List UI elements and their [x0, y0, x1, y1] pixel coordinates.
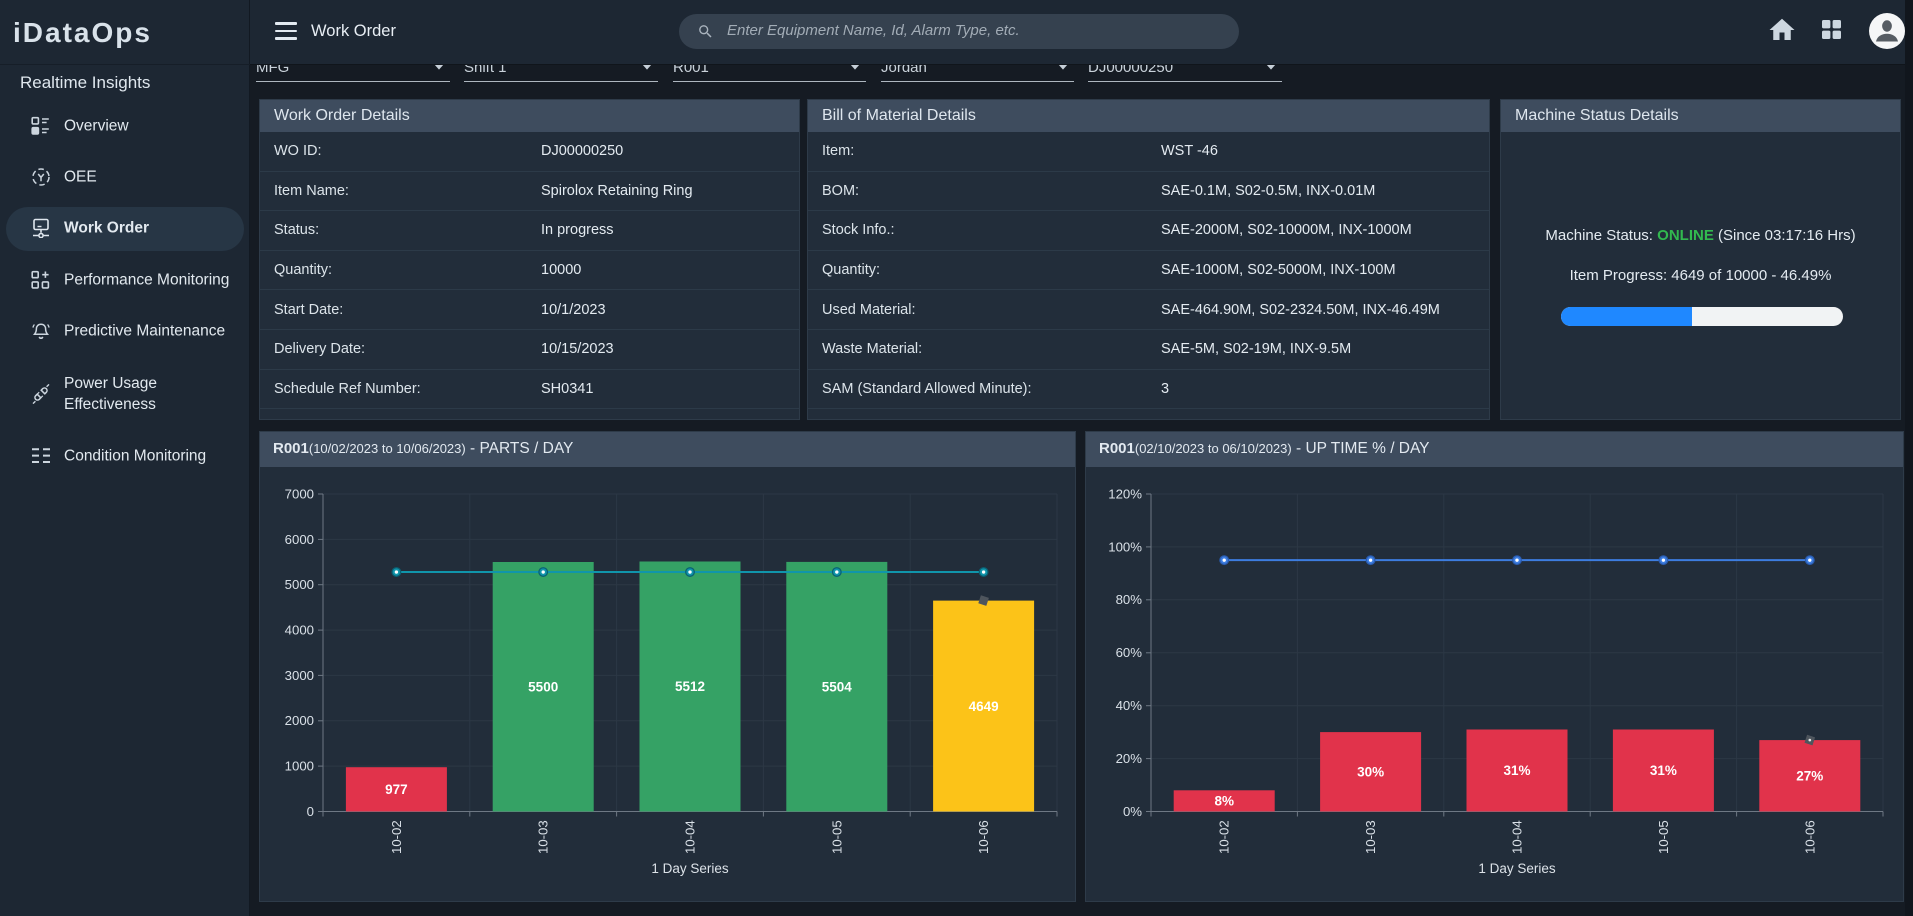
svg-text:4649: 4649 [969, 699, 999, 714]
svg-text:0: 0 [307, 804, 314, 819]
svg-text:10-03: 10-03 [1363, 820, 1378, 854]
svg-text:10-05: 10-05 [829, 820, 844, 854]
svg-text:7000: 7000 [285, 486, 314, 501]
svg-text:0%: 0% [1123, 804, 1142, 819]
svg-text:40%: 40% [1116, 698, 1143, 713]
svg-text:10-04: 10-04 [683, 820, 698, 854]
svg-text:27%: 27% [1796, 769, 1823, 784]
svg-text:2000: 2000 [285, 713, 314, 728]
svg-text:5512: 5512 [675, 679, 705, 694]
svg-text:3000: 3000 [285, 668, 314, 683]
svg-text:1 Day Series: 1 Day Series [651, 861, 729, 876]
svg-text:30%: 30% [1357, 765, 1384, 780]
svg-text:6000: 6000 [285, 532, 314, 547]
svg-text:120%: 120% [1108, 486, 1142, 501]
svg-text:4000: 4000 [285, 623, 314, 638]
svg-text:10-05: 10-05 [1656, 820, 1671, 854]
svg-text:5504: 5504 [822, 679, 853, 694]
svg-text:5000: 5000 [285, 577, 314, 592]
svg-text:10-04: 10-04 [1510, 820, 1525, 854]
svg-text:100%: 100% [1108, 539, 1142, 554]
svg-text:31%: 31% [1503, 763, 1530, 778]
svg-text:5500: 5500 [528, 680, 558, 695]
svg-text:1 Day Series: 1 Day Series [1478, 861, 1556, 876]
svg-text:10-02: 10-02 [389, 820, 404, 854]
svg-text:1000: 1000 [285, 759, 314, 774]
svg-text:80%: 80% [1116, 592, 1143, 607]
svg-text:20%: 20% [1116, 751, 1143, 766]
svg-text:977: 977 [385, 782, 408, 797]
svg-text:60%: 60% [1116, 645, 1143, 660]
svg-text:8%: 8% [1214, 794, 1234, 809]
svg-text:10-06: 10-06 [1802, 820, 1817, 854]
svg-text:31%: 31% [1650, 763, 1677, 778]
svg-text:10-06: 10-06 [976, 820, 991, 854]
svg-text:10-02: 10-02 [1217, 820, 1232, 854]
svg-text:10-03: 10-03 [536, 820, 551, 854]
